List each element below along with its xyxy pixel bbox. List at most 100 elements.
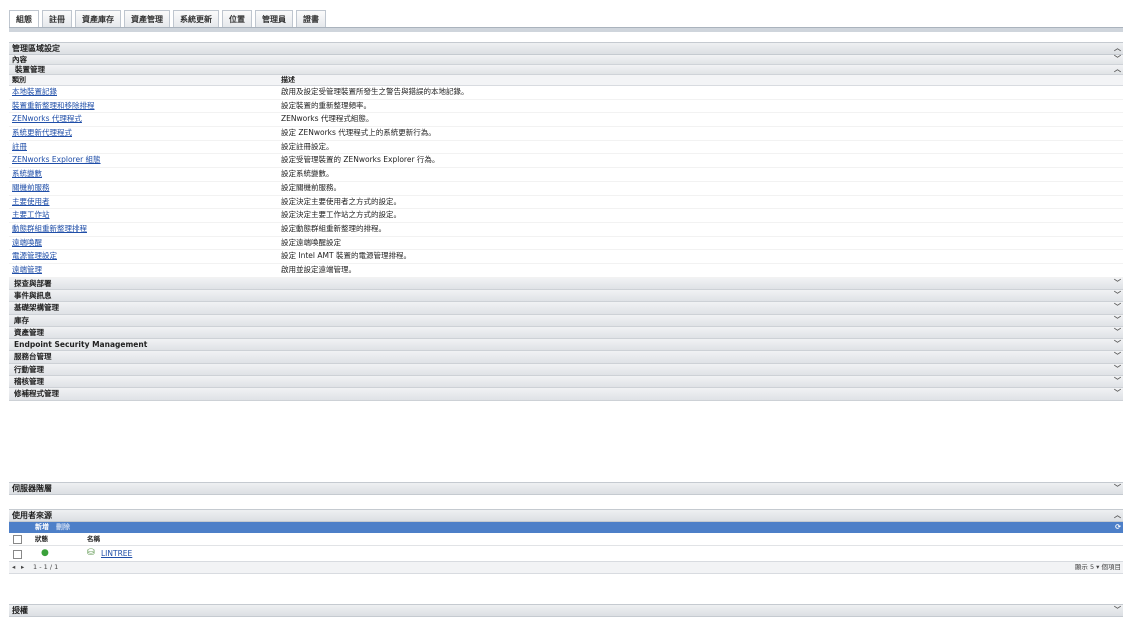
setting-link[interactable]: 裝置重新整理和移除排程 [12, 100, 95, 113]
category-label: 稽核管理 [14, 377, 44, 386]
authorization-header[interactable]: 授權 ﹀ [9, 604, 1123, 617]
admin-zone-settings-header[interactable]: 管理區域設定 ︿ [9, 42, 1123, 55]
user-source-title: 使用者來源 [12, 511, 52, 520]
category-section-header[interactable]: 庫存 ﹀ [9, 314, 1123, 327]
setting-description: 設定 ZENworks 代理程式上的系統更新行為。 [281, 128, 436, 138]
user-source-toolbar: 新增 刪除 ⟳ [9, 522, 1123, 533]
chevron-down-icon[interactable]: ﹀ [1114, 388, 1121, 399]
chevron-up-icon[interactable]: ︿ [1114, 65, 1121, 74]
collapse-icon[interactable]: ︿ [1114, 43, 1121, 54]
setting-description: 設定遠端喚醒設定 [281, 237, 341, 247]
chevron-down-icon[interactable]: ﹀ [1114, 351, 1121, 362]
setting-description: 啟用並設定遠端管理。 [281, 264, 356, 274]
server-hierarchy-panel: 伺服器階層 ﹀ [9, 482, 1123, 495]
name-column-header: 名稱 [87, 535, 100, 543]
setting-link[interactable]: 遠端喚醒 [12, 237, 42, 250]
chevron-down-icon[interactable]: ﹀ [1114, 278, 1121, 289]
setting-description: 設定系統變數。 [281, 169, 334, 179]
top-tab-bar: 組態 註冊 資產庫存 資產管理 系統更新 位置 管理員 證書 [9, 10, 326, 28]
tab-7[interactable]: 證書 [296, 10, 326, 28]
setting-link[interactable]: 遠端管理 [12, 264, 42, 277]
chevron-down-icon[interactable]: ﹀ [1114, 376, 1121, 387]
setting-link[interactable]: ZENworks Explorer 組態 [12, 154, 101, 167]
category-section-header[interactable]: Endpoint Security Management ﹀ [9, 339, 1123, 352]
table-row: 裝置重新整理和移除排程 設定裝置的重新整理頻率。 [9, 100, 1123, 114]
category-section-header[interactable]: 行動管理 ﹀ [9, 363, 1123, 376]
tab-1[interactable]: 註冊 [42, 10, 72, 28]
setting-description: 設定關機前服務。 [281, 182, 341, 192]
category-section-header[interactable]: 服務台管理 ﹀ [9, 351, 1123, 364]
chevron-down-icon[interactable]: ﹀ [1114, 55, 1121, 64]
settings-table-body: 本地裝置記錄 啟用及設定受管理裝置所發生之警告與錯誤的本地記錄。 裝置重新整理和移除… [9, 86, 1123, 278]
device-management-section-header[interactable]: 裝置管理 ︿ [9, 65, 1123, 75]
setting-link[interactable]: ZENworks 代理程式 [12, 113, 82, 126]
category-label: 行動管理 [14, 364, 44, 374]
tab-4[interactable]: 系統更新 [173, 10, 219, 28]
tab-3[interactable]: 資產管理 [124, 10, 170, 28]
setting-description: 設定決定主要工作站之方式的設定。 [281, 210, 401, 220]
setting-description: 設定 Intel AMT 裝置的電源管理排程。 [281, 251, 411, 261]
user-source-header[interactable]: 使用者來源 ︿ [9, 509, 1123, 522]
chevron-down-icon[interactable]: ﹀ [1114, 605, 1121, 616]
admin-zone-settings-title: 管理區域設定 [12, 44, 60, 53]
category-section-header[interactable]: 資產管理 ﹀ [9, 326, 1123, 340]
category-section-header[interactable]: 事件與訊息 ﹀ [9, 289, 1123, 303]
table-row: 遠端喚醒 設定遠端喚醒設定 [9, 237, 1123, 251]
authorization-title: 授權 [12, 606, 28, 615]
category-label: 修補程式管理 [14, 389, 59, 399]
setting-description: 設定裝置的重新整理頻率。 [281, 100, 371, 110]
tab-bar-divider [9, 27, 1123, 32]
category-section-header[interactable]: 稽核管理 ﹀ [9, 376, 1123, 389]
category-section-header[interactable]: 修補程式管理 ﹀ [9, 388, 1123, 401]
user-source-panel: 使用者來源 ︿ 新增 刪除 ⟳ 狀態 名稱 ● ⛁ LINTREE ◂ ▸ 1 - … [9, 509, 1123, 574]
collapse-icon[interactable]: ︿ [1114, 510, 1121, 521]
chevron-down-icon[interactable]: ﹀ [1114, 315, 1121, 326]
setting-link[interactable]: 本地裝置記錄 [12, 86, 57, 99]
select-all-checkbox[interactable] [13, 535, 22, 544]
setting-link[interactable]: 主要工作站 [12, 209, 50, 222]
new-button[interactable]: 新增 [35, 522, 49, 533]
next-page-icon[interactable]: ▸ [21, 562, 24, 573]
table-row: 關機前服務 設定關機前服務。 [9, 182, 1123, 196]
chevron-down-icon[interactable]: ﹀ [1114, 364, 1121, 375]
page-range-text: 1 - 1 / 1 [33, 563, 59, 571]
prev-page-icon[interactable]: ◂ [12, 562, 15, 573]
setting-link[interactable]: 動態群組重新整理排程 [12, 223, 87, 236]
table-row: 電源管理設定 設定 Intel AMT 裝置的電源管理排程。 [9, 250, 1123, 264]
category-label: 探查與部署 [14, 278, 52, 288]
chevron-down-icon[interactable]: ﹀ [1114, 483, 1121, 494]
page-size-selector[interactable]: 顯示 5 ▾ 個項目 [1075, 562, 1121, 573]
category-section-header[interactable]: 基礎架構管理 ﹀ [9, 302, 1123, 315]
tab-0[interactable]: 組態 [9, 10, 39, 28]
category-label: 庫存 [14, 315, 29, 325]
setting-description: 設定註冊設定。 [281, 141, 334, 151]
content-section-header[interactable]: 內容 ﹀ [9, 55, 1123, 65]
user-source-link[interactable]: LINTREE [101, 546, 132, 561]
setting-link[interactable]: 主要使用者 [12, 196, 50, 209]
setting-link[interactable]: 系統更新代理程式 [12, 127, 72, 140]
table-row: 系統變數 設定系統變數。 [9, 168, 1123, 182]
setting-link[interactable]: 電源管理設定 [12, 250, 57, 263]
row-checkbox[interactable] [13, 550, 22, 559]
table-row: 主要工作站 設定決定主要工作站之方式的設定。 [9, 209, 1123, 223]
tab-2[interactable]: 資產庫存 [75, 10, 121, 28]
setting-link[interactable]: 關機前服務 [12, 182, 50, 195]
chevron-down-icon[interactable]: ﹀ [1114, 339, 1121, 350]
chevron-down-icon[interactable]: ﹀ [1114, 302, 1121, 313]
chevron-down-icon[interactable]: ﹀ [1114, 290, 1121, 301]
status-column-header: 狀態 [35, 535, 48, 543]
refresh-icon[interactable]: ⟳ [1115, 522, 1121, 533]
category-section-header[interactable]: 探查與部署 ﹀ [9, 277, 1123, 290]
setting-link[interactable]: 系統變數 [12, 168, 42, 181]
setting-description: ZENworks 代理程式組態。 [281, 114, 374, 124]
server-hierarchy-header[interactable]: 伺服器階層 ﹀ [9, 482, 1123, 495]
table-row: ● ⛁ LINTREE [9, 546, 1123, 561]
ldap-source-icon: ⛁ [87, 548, 95, 558]
tab-6[interactable]: 管理員 [255, 10, 293, 28]
tab-5[interactable]: 位置 [222, 10, 252, 28]
pagination-bar: ◂ ▸ 1 - 1 / 1 顯示 5 ▾ 個項目 [9, 561, 1123, 574]
chevron-down-icon[interactable]: ﹀ [1114, 327, 1121, 338]
setting-link[interactable]: 註冊 [12, 141, 27, 154]
table-row: 註冊 設定註冊設定。 [9, 141, 1123, 155]
delete-button[interactable]: 刪除 [56, 522, 70, 533]
